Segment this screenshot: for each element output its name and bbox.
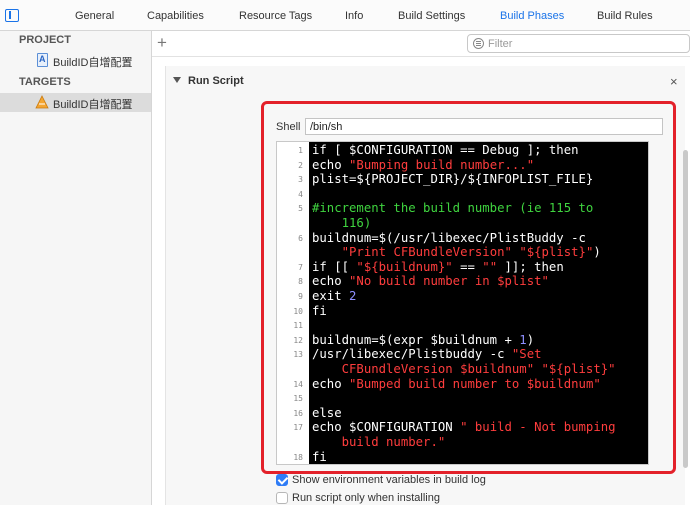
filter-input[interactable] [488,37,683,50]
disclosure-triangle-icon[interactable] [173,77,181,83]
project-section-header: PROJECT [19,34,71,46]
tab-info[interactable]: Info [345,10,363,22]
tab-build-phases[interactable]: Build Phases [500,10,564,22]
tab-general[interactable]: General [75,10,114,22]
show-env-vars-checkbox[interactable] [276,474,288,486]
xcode-window: General Capabilities Resource Tags Info … [0,0,690,505]
editor-tab-bar: General Capabilities Resource Tags Info … [0,0,690,31]
targets-sidebar: PROJECT BuildID自增配置 TARGETS BuildID自增配置 [0,31,152,505]
add-build-phase-button[interactable]: + [157,33,167,53]
phase-title[interactable]: Run Script [188,75,244,87]
checkbox-label: Run script only when installing [292,492,440,504]
tab-resource-tags[interactable]: Resource Tags [239,10,312,22]
filter-icon [473,38,484,49]
project-file-icon [37,53,48,67]
close-phase-button[interactable]: × [670,74,678,89]
tab-build-rules[interactable]: Build Rules [597,10,653,22]
app-target-icon [35,95,49,109]
sidebar-item-target[interactable]: BuildID自增配置 [0,93,151,112]
tab-build-settings[interactable]: Build Settings [398,10,465,22]
tab-capabilities[interactable]: Capabilities [147,10,204,22]
sidebar-toggle-icon[interactable] [5,9,19,22]
filter-field[interactable] [467,34,690,53]
sidebar-item-project[interactable]: BuildID自增配置 [0,51,151,70]
annotation-highlight-box [261,101,676,474]
checkbox-label: Show environment variables in build log [292,474,486,486]
vertical-scrollbar[interactable] [683,150,688,468]
targets-section-header: TARGETS [19,76,71,88]
sidebar-item-label: BuildID自增配置 [53,57,133,69]
sidebar-item-label: BuildID自增配置 [53,99,133,111]
run-only-installing-checkbox[interactable] [276,492,288,504]
